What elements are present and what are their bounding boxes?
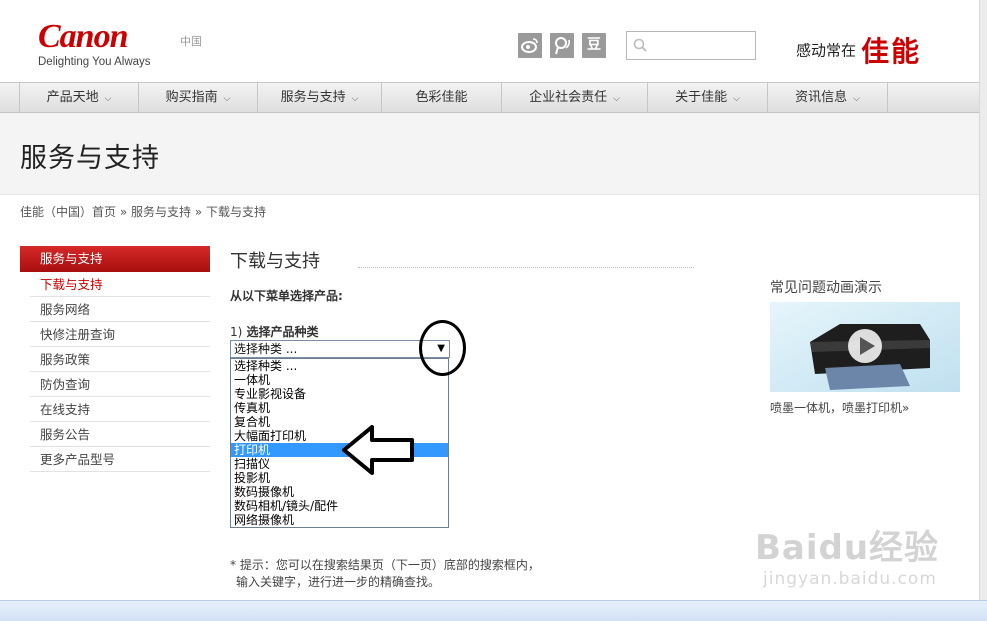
sidebar-item-anti-counterfeit[interactable]: 防伪查询 (30, 372, 210, 397)
nav-item-csr[interactable]: 企业社会责任 ⌵ (501, 83, 647, 112)
step-text: 选择产品种类 (246, 325, 319, 339)
sidebar-item-repair-query[interactable]: 快修注册查询 (30, 322, 210, 347)
heading-divider (358, 267, 694, 268)
category-dropdown-list[interactable]: 选择种类 ... 一体机 专业影视设备 传真机 复合机 大幅面打印机 打印机 扫… (230, 358, 449, 528)
annotation-arrow-icon (342, 425, 414, 475)
dropdown-option[interactable]: 数码相机/镜头/配件 (231, 499, 448, 513)
breadcrumb[interactable]: 佳能（中国）首页 » 服务与支持 » 下载与支持 (20, 203, 266, 220)
select-value: 选择种类 ... (234, 342, 298, 356)
vertical-scrollbar[interactable] (979, 0, 987, 600)
dropdown-option[interactable]: 选择种类 ... (231, 359, 448, 373)
annotation-circle (419, 320, 466, 376)
browser-status-bar (0, 600, 987, 621)
nav-label: 服务与支持 (280, 90, 346, 105)
nav-label: 企业社会责任 (529, 90, 608, 105)
nav-label: 关于佳能 (675, 90, 728, 105)
sidebar-item-service-policy[interactable]: 服务政策 (30, 347, 210, 372)
dropdown-option[interactable]: 一体机 (231, 373, 448, 387)
nav-item-news[interactable]: 资讯信息 ⌵ (767, 83, 888, 112)
sidebar-heading[interactable]: 服务与支持 (20, 246, 210, 272)
chevron-down-icon: ⌵ (733, 94, 740, 104)
category-select[interactable]: 选择种类 ... ▼ (230, 340, 450, 358)
step-number: 1) (230, 325, 243, 339)
nav-label: 资讯信息 (795, 90, 848, 105)
watermark-text: Baidu经验 (755, 528, 940, 568)
nav-item-buying-guide[interactable]: 购买指南 ⌵ (138, 83, 257, 112)
dropdown-option[interactable]: 传真机 (231, 401, 448, 415)
chevron-down-icon: ⌵ (104, 94, 112, 104)
chevron-down-icon: ⌵ (223, 94, 231, 104)
baidu-watermark: Baidu经验 jingyan.baidu.com (755, 520, 939, 589)
search-icon[interactable] (633, 38, 647, 52)
chevron-down-icon: ⌵ (613, 94, 620, 104)
dropdown-option[interactable]: 专业影视设备 (231, 387, 448, 401)
faq-caption-link[interactable]: 喷墨一体机，喷墨打印机» (770, 399, 909, 416)
nav-label: 产品天地 (46, 90, 99, 105)
nav-item-color-canon[interactable]: 色彩佳能 (381, 83, 501, 112)
section-heading: 下载与支持 (230, 251, 320, 272)
faq-title: 常见问题动画演示 (770, 280, 882, 296)
sidebar: 服务与支持 下载与支持 服务网络 快修注册查询 服务政策 防伪查询 在线支持 服… (20, 246, 210, 472)
main-nav: 产品天地 ⌵ 购买指南 ⌵ 服务与支持 ⌵ 色彩佳能 企业社会责任 ⌵ 关于佳能 ⌵ 资讯… (0, 82, 979, 113)
sidebar-item-announcements[interactable]: 服务公告 (30, 422, 210, 447)
search-input[interactable] (626, 31, 756, 60)
tencent-weibo-icon[interactable] (550, 33, 574, 58)
slogan: 感动常在 佳能 (796, 30, 921, 70)
instruction-text: 从以下菜单选择产品: (230, 289, 343, 303)
slogan-text: 感动常在 (796, 41, 857, 60)
chevron-down-icon: ⌵ (351, 94, 359, 104)
weibo-icon[interactable] (518, 33, 542, 58)
nav-item-products[interactable]: 产品天地 ⌵ (19, 83, 138, 112)
sidebar-item-online-support[interactable]: 在线支持 (30, 397, 210, 422)
step-label: 1) 选择产品种类 (230, 323, 319, 340)
nav-item-service-support[interactable]: 服务与支持 ⌵ (257, 83, 381, 112)
dropdown-option[interactable]: 网络摄像机 (231, 513, 448, 527)
sidebar-item-more-models[interactable]: 更多产品型号 (30, 447, 210, 472)
printer-image (770, 302, 960, 392)
logo-tagline: Delighting You Always (38, 56, 151, 68)
nav-label: 色彩佳能 (415, 90, 468, 105)
slogan-brand: 佳能 (861, 35, 922, 68)
sidebar-item-downloads[interactable]: 下载与支持 (30, 272, 210, 297)
faq-video-thumbnail[interactable] (770, 302, 960, 392)
dropdown-option[interactable]: 数码摄像机 (231, 485, 448, 499)
title-band: 服务与支持 (0, 113, 979, 195)
douban-glyph: 豆 (587, 37, 601, 53)
chevron-down-icon: ⌵ (853, 94, 860, 104)
search-hint: * 提示：您可以在搜索结果页（下一页）底部的搜索框内， 输入关键字，进行进一步的… (230, 557, 540, 591)
douban-icon[interactable]: 豆 (582, 33, 606, 58)
hint-line: 输入关键字，进行进一步的精确查找。 (236, 575, 441, 589)
site-header: Canon Delighting You Always 中国 豆 感动常在 佳能 (0, 0, 987, 82)
watermark-sub: jingyan.baidu.com (763, 569, 937, 589)
nav-item-about[interactable]: 关于佳能 ⌵ (647, 83, 767, 112)
page-title: 服务与支持 (20, 143, 160, 174)
nav-label: 购买指南 (165, 90, 218, 105)
sidebar-item-service-network[interactable]: 服务网络 (30, 297, 210, 322)
hint-line: * 提示：您可以在搜索结果页（下一页）底部的搜索框内， (230, 558, 540, 572)
logo-wordmark: Canon (38, 18, 128, 55)
canon-logo[interactable]: Canon Delighting You Always (38, 18, 151, 69)
region-label: 中国 (180, 35, 202, 48)
